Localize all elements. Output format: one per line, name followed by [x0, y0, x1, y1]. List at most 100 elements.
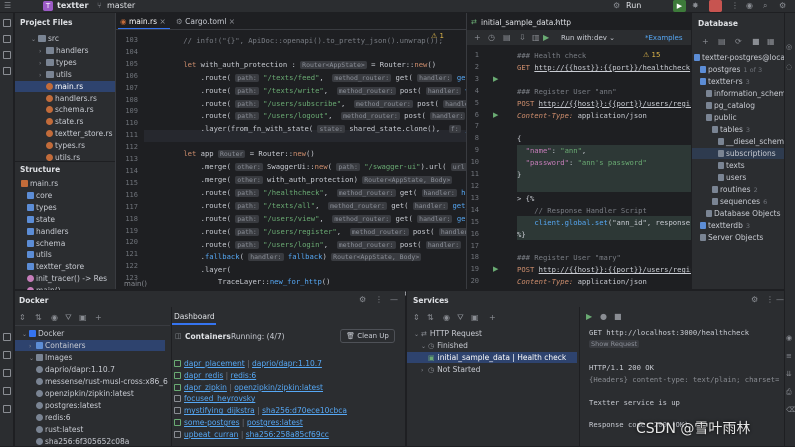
- add-datasource-icon[interactable]: +: [702, 37, 709, 46]
- services-minimize-icon[interactable]: —: [776, 295, 784, 304]
- services-more-icon[interactable]: ⋮: [766, 295, 774, 304]
- structure-item[interactable]: utils: [15, 249, 115, 260]
- env-select[interactable]: dev ⌄: [594, 34, 615, 42]
- chevron-icon[interactable]: ›: [39, 70, 46, 81]
- scroll-end-icon[interactable]: ⇊: [786, 370, 792, 378]
- examples-link[interactable]: *Examples: [645, 34, 683, 42]
- db-table-icon[interactable]: ▦: [767, 37, 775, 46]
- http-tab-close-icon[interactable]: ×: [554, 18, 560, 26]
- db-tree-item[interactable]: public: [692, 112, 785, 123]
- services-add-icon[interactable]: +: [489, 313, 496, 322]
- refresh-icon[interactable]: ⟳: [735, 37, 742, 46]
- services-tree-item[interactable]: ⌄ ◷ Finished: [407, 340, 577, 351]
- project-tool-icon[interactable]: [3, 19, 11, 27]
- container-name[interactable]: upbeat_curran: [184, 430, 238, 439]
- db-tree-item[interactable]: users: [692, 172, 785, 183]
- project-tree-item[interactable]: ⌄ src: [15, 33, 115, 44]
- chevron-icon[interactable]: ›: [29, 341, 36, 352]
- docker-group-icon[interactable]: ▣: [79, 313, 87, 322]
- services-tool-icon[interactable]: [3, 333, 11, 341]
- stop-button[interactable]: [709, 0, 722, 12]
- editor-breadcrumb[interactable]: main(): [124, 280, 147, 288]
- docker-view-icon[interactable]: ◉: [51, 313, 58, 322]
- structure-item[interactable]: state: [15, 214, 115, 225]
- docker-more-icon[interactable]: ⋮: [375, 295, 383, 304]
- db-tree-item[interactable]: Database Objects: [692, 208, 785, 219]
- more-icon[interactable]: ⋮: [731, 1, 739, 10]
- services-collapse-icon[interactable]: ⇅: [427, 313, 434, 322]
- chevron-icon[interactable]: ›: [421, 365, 428, 376]
- history-icon[interactable]: ◷: [488, 33, 495, 42]
- output-settings-icon[interactable]: ◉: [786, 334, 792, 342]
- container-row[interactable]: dapr_zipkin | openzipkin/zipkin:latest: [174, 382, 323, 394]
- run-health-check-icon[interactable]: ▶: [493, 75, 498, 83]
- docker-expand-icon[interactable]: ⇕: [19, 313, 26, 322]
- db-tree-item[interactable]: information_schema: [692, 88, 785, 99]
- db-tree-item[interactable]: postgres 1 of 3: [692, 64, 785, 75]
- container-name[interactable]: mystifying_dijkstra: [184, 406, 255, 415]
- structure-item[interactable]: main.rs: [15, 178, 115, 189]
- db-tree-item[interactable]: textter-postgres@localhost: [692, 52, 785, 63]
- structure-item[interactable]: textter_store: [15, 261, 115, 272]
- db-stop-icon[interactable]: ■: [752, 37, 760, 46]
- http-code-area[interactable]: ### Health check GET http://{{host}}:{{p…: [517, 50, 692, 288]
- services-view-icon[interactable]: ◉: [443, 313, 450, 322]
- print-icon[interactable]: ⎙: [786, 388, 792, 397]
- branch-name[interactable]: master: [107, 1, 135, 10]
- container-image[interactable]: postgres:latest: [247, 418, 303, 427]
- container-row[interactable]: some-postgres | postgres:latest: [174, 417, 303, 429]
- run-register-mary-icon[interactable]: ▶: [493, 265, 498, 273]
- services-group-icon[interactable]: ▣: [471, 313, 479, 322]
- terminal-tool-icon[interactable]: [3, 351, 11, 359]
- chevron-icon[interactable]: ›: [39, 58, 46, 69]
- pause-icon[interactable]: ■: [614, 312, 622, 321]
- container-name[interactable]: dapr_placement: [184, 359, 245, 368]
- trash-icon[interactable]: ⌫: [786, 406, 795, 414]
- db-tree-item[interactable]: Server Objects: [692, 232, 785, 243]
- editor-warnings[interactable]: ⚠ 1: [431, 32, 444, 40]
- db-tree-item[interactable]: subscriptions: [692, 148, 785, 159]
- services-settings-icon[interactable]: ⚙: [751, 295, 758, 304]
- container-image[interactable]: sha256:258a85cf69cc: [246, 430, 329, 439]
- docker-tree-item[interactable]: › Containers: [15, 340, 165, 351]
- project-tree-item[interactable]: state.rs: [15, 116, 115, 127]
- run-register-ann-icon[interactable]: ▶: [493, 111, 498, 119]
- project-tree-item[interactable]: schema.rs: [15, 104, 115, 115]
- container-name[interactable]: dapr_zipkin: [184, 383, 227, 392]
- container-row[interactable]: mystifying_dijkstra | sha256:d70ece10cbc…: [174, 405, 347, 417]
- clean-up-button[interactable]: 🗑 Clean Up: [340, 329, 395, 343]
- container-image[interactable]: redis:6: [231, 371, 257, 380]
- structure-item[interactable]: types: [15, 202, 115, 213]
- db-tree-item[interactable]: __diesel_schema_mig: [692, 136, 785, 147]
- services-filter-icon[interactable]: ⛛: [457, 313, 464, 323]
- bookmarks-tool-icon[interactable]: [3, 67, 11, 75]
- main-menu-icon[interactable]: ☰: [4, 1, 11, 10]
- structure-tool-icon[interactable]: [3, 51, 11, 59]
- container-image[interactable]: daprio/dapr:1.10.7: [252, 359, 322, 368]
- chevron-icon[interactable]: ⌄: [29, 353, 36, 364]
- run-config[interactable]: Run: [626, 1, 641, 10]
- problems-tool-icon[interactable]: [3, 369, 11, 377]
- settings-icon[interactable]: ⚙: [779, 1, 786, 10]
- docker-minimize-icon[interactable]: —: [390, 295, 398, 304]
- docker-tree-item[interactable]: openzipkin/zipkin:latest: [15, 388, 165, 399]
- container-row[interactable]: upbeat_curran | sha256:258a85cf69cc: [174, 429, 329, 441]
- project-tree-item[interactable]: main.rs: [15, 80, 115, 92]
- container-row[interactable]: dapr_redis | redis:6: [174, 370, 256, 382]
- commit-tool-icon[interactable]: [3, 35, 11, 43]
- db-tree-item[interactable]: routines 2: [692, 184, 785, 195]
- response-headers[interactable]: {Headers} content-type: text/plain; char…: [589, 374, 779, 386]
- structure-item[interactable]: handlers: [15, 226, 115, 237]
- docker-tree-item[interactable]: sha256:6f305652c08a: [15, 436, 165, 447]
- container-name[interactable]: some-postgres: [184, 418, 240, 427]
- services-tree-item[interactable]: ▣ initial_sample_data | Health check: [407, 352, 577, 363]
- chevron-icon[interactable]: ⌄: [31, 34, 38, 45]
- db-tool-icon[interactable]: ◎: [786, 43, 792, 51]
- tab-close-icon[interactable]: ×: [157, 17, 165, 26]
- project-name[interactable]: textter: [57, 1, 88, 10]
- db-tree-item[interactable]: textterdb 3: [692, 220, 785, 231]
- structure-item[interactable]: schema: [15, 238, 115, 249]
- examples-toolbar-icon[interactable]: ▥: [532, 33, 540, 42]
- docker-tree-item[interactable]: rust:latest: [15, 424, 165, 435]
- db-tree-item[interactable]: textter-rs 3: [692, 76, 785, 87]
